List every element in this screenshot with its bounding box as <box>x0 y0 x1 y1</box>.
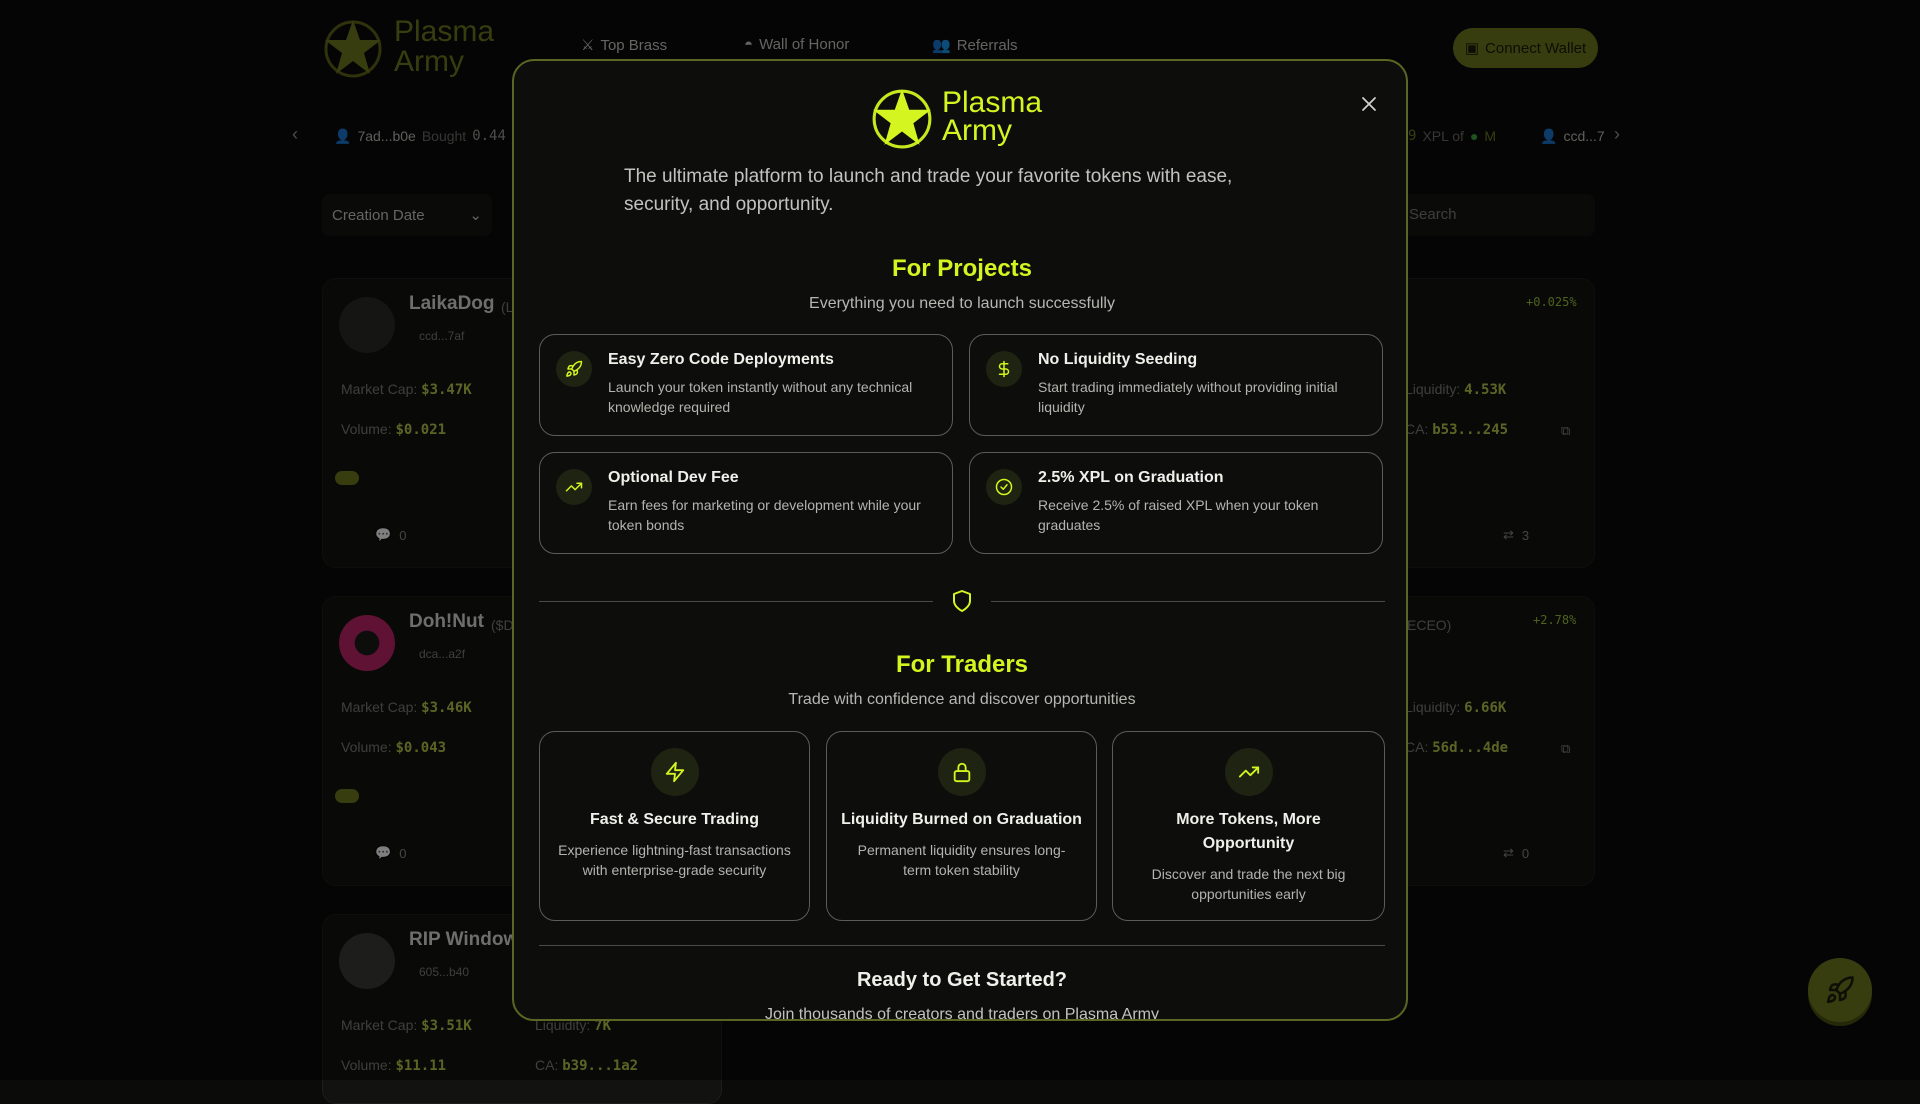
trending-up-icon <box>556 469 592 505</box>
dollar-icon <box>986 351 1022 387</box>
close-icon <box>1361 96 1377 112</box>
section-divider <box>539 601 933 602</box>
shield-icon <box>950 589 974 618</box>
feature-card: Optional Dev Fee Earn fees for marketing… <box>539 452 953 554</box>
modal-logo: Plasma Army <box>870 85 1042 149</box>
brand-line1: Plasma <box>942 89 1042 117</box>
feature-title: Liquidity Burned on Graduation <box>837 808 1086 832</box>
feature-desc: Launch your token instantly without any … <box>608 377 938 417</box>
feature-title: Fast & Secure Trading <box>550 808 799 832</box>
trader-feature-card: Liquidity Burned on Graduation Permanent… <box>826 731 1097 921</box>
traders-heading: For Traders <box>514 651 1408 679</box>
feature-desc: Permanent liquidity ensures long-term to… <box>845 840 1078 880</box>
check-circle-icon <box>986 469 1022 505</box>
projects-heading: For Projects <box>514 255 1408 283</box>
feature-desc: Discover and trade the next big opportun… <box>1131 864 1366 904</box>
feature-title: More Tokens, More Opportunity <box>1143 808 1354 856</box>
feature-card: No Liquidity Seeding Start trading immed… <box>969 334 1383 436</box>
trending-up-icon <box>1225 748 1273 796</box>
trader-feature-card: Fast & Secure Trading Experience lightni… <box>539 731 810 921</box>
feature-title: Easy Zero Code Deployments <box>608 351 834 369</box>
feature-title: 2.5% XPL on Graduation <box>1038 469 1224 487</box>
close-button[interactable] <box>1356 91 1382 117</box>
modal-tagline: The ultimate platform to launch and trad… <box>624 163 1264 219</box>
lightning-icon <box>651 748 699 796</box>
rocket-icon <box>556 351 592 387</box>
brand-line2: Army <box>942 117 1042 145</box>
cta-text: Join thousands of creators and traders o… <box>514 1006 1408 1021</box>
section-divider <box>539 945 1385 946</box>
projects-subtitle: Everything you need to launch successful… <box>514 295 1408 313</box>
feature-card: Easy Zero Code Deployments Launch your t… <box>539 334 953 436</box>
feature-desc: Earn fees for marketing or development w… <box>608 495 938 535</box>
feature-desc: Start trading immediately without provid… <box>1038 377 1368 417</box>
feature-title: Optional Dev Fee <box>608 469 739 487</box>
traders-subtitle: Trade with confidence and discover oppor… <box>514 691 1408 709</box>
welcome-modal: Plasma Army The ultimate platform to lau… <box>512 59 1408 1021</box>
feature-desc: Receive 2.5% of raised XPL when your tok… <box>1038 495 1368 535</box>
trader-feature-card: More Tokens, More Opportunity Discover a… <box>1112 731 1385 921</box>
feature-card: 2.5% XPL on Graduation Receive 2.5% of r… <box>969 452 1383 554</box>
lock-icon <box>938 748 986 796</box>
section-divider <box>991 601 1385 602</box>
feature-desc: Experience lightning-fast transactions w… <box>558 840 791 880</box>
star-icon <box>870 85 934 149</box>
cta-title: Ready to Get Started? <box>514 969 1408 992</box>
feature-title: No Liquidity Seeding <box>1038 351 1197 369</box>
